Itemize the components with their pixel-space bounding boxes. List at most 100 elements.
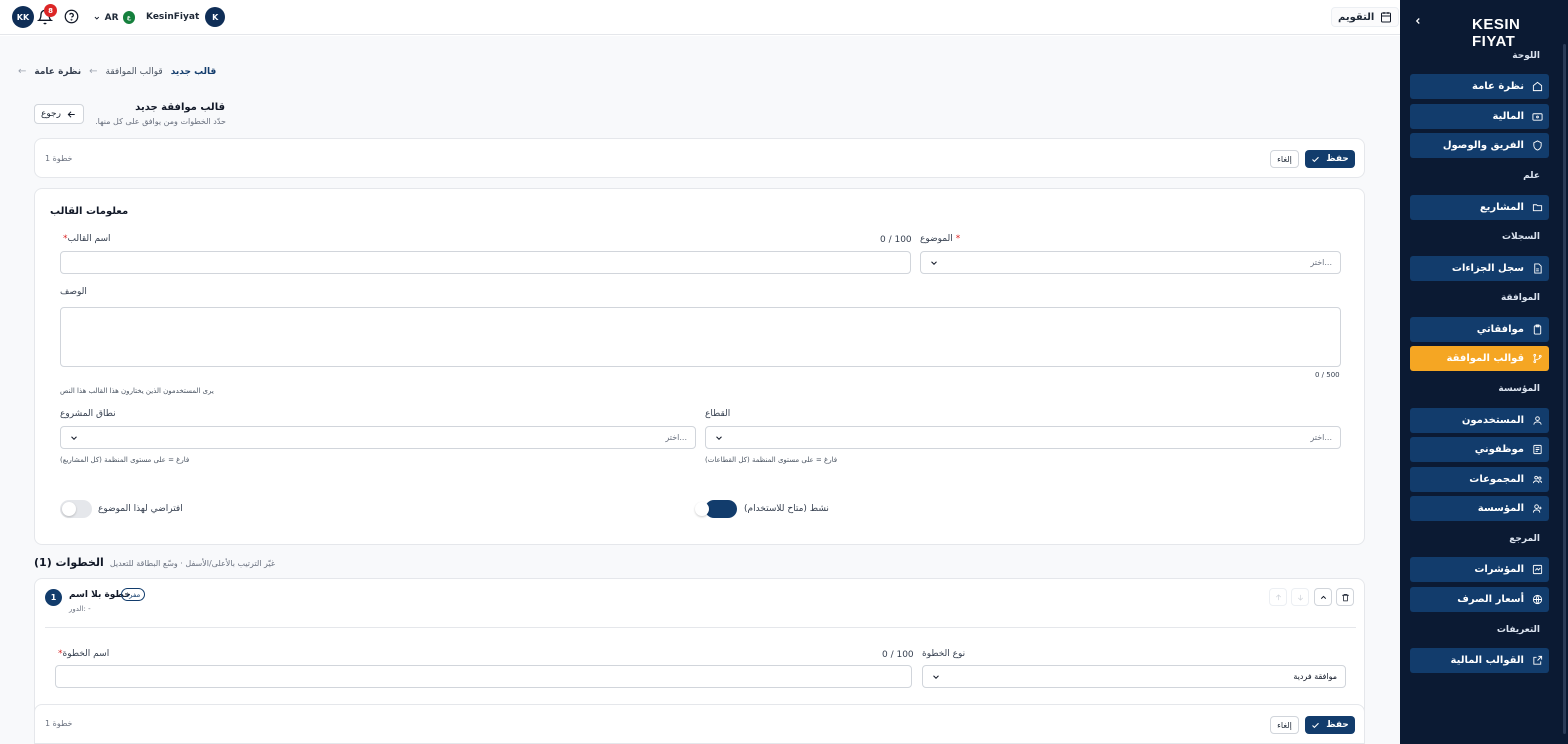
- sidebar-item-label: الفريق والوصول: [1442, 140, 1524, 151]
- sidebar-item-label: المستخدمون: [1461, 415, 1524, 426]
- step-count: خطوة 1: [45, 719, 73, 728]
- globe-icon: [1531, 594, 1543, 606]
- step-role: الدور: -: [69, 605, 91, 613]
- main-content: ← نظرة عامة ← قوالب الموافقة قالب جديد ر…: [0, 36, 1400, 744]
- step-type-select[interactable]: موافقة فردية: [922, 665, 1346, 688]
- save-button[interactable]: حفظ: [1305, 716, 1355, 734]
- sector-placeholder: اختر...: [1310, 433, 1332, 442]
- save-button[interactable]: حفظ: [1305, 150, 1355, 168]
- sidebar-item-team-access[interactable]: الفريق والوصول: [1410, 133, 1549, 158]
- sidebar-item-label: المشاريع: [1479, 202, 1524, 213]
- sidebar: KESIN FIYAT اللوحة نظرة عامة المالية الف…: [1400, 0, 1568, 744]
- active-label: نشط (متاح للاستخدام): [744, 504, 829, 514]
- back-button[interactable]: رجوع: [34, 104, 84, 124]
- users-icon: [1531, 474, 1543, 486]
- sidebar-item-penalties-log[interactable]: سجل الجزاءات: [1410, 256, 1549, 281]
- step-count: خطوة 1: [45, 154, 73, 163]
- sidebar-item-groups[interactable]: المجموعات: [1410, 467, 1549, 492]
- divider: [45, 627, 1356, 628]
- step-type-label: نوع الخطوة: [922, 649, 966, 659]
- sidebar-item-my-approvals[interactable]: موافقاتي: [1410, 317, 1549, 342]
- template-name-input[interactable]: [60, 251, 911, 274]
- help-button[interactable]: [64, 9, 80, 25]
- section-reference: المرجع: [1509, 534, 1540, 544]
- sector-select[interactable]: اختر...: [705, 426, 1341, 449]
- page-subtitle: حدّد الخطوات ومن يوافق على كل منها.: [95, 117, 226, 126]
- section-institution: المؤسسة: [1498, 384, 1540, 394]
- steps-heading: الخطوات (1): [34, 556, 104, 569]
- org-switcher[interactable]: KesinFiyat K: [146, 6, 226, 28]
- sidebar-item-financial-templates[interactable]: القوالب المالية: [1410, 648, 1549, 673]
- sidebar-item-label: موظفوني: [1474, 444, 1524, 455]
- sidebar-scrollbar[interactable]: [1563, 44, 1566, 734]
- description-textarea[interactable]: [60, 307, 1341, 367]
- page-title: قالب موافقة جديد: [135, 102, 225, 113]
- active-toggle[interactable]: [695, 500, 737, 518]
- breadcrumb-item-approval-templates[interactable]: قوالب الموافقة: [106, 67, 163, 77]
- breadcrumb-item-overview[interactable]: نظرة عامة: [34, 67, 81, 77]
- sidebar-item-overview[interactable]: نظرة عامة: [1410, 74, 1549, 99]
- default-toggle[interactable]: [60, 500, 92, 518]
- template-info-card: معلومات القالب *الموضوع اختر... 0 / 100 …: [34, 188, 1365, 545]
- topic-label: *الموضوع: [920, 234, 961, 244]
- section-general: علم: [1523, 171, 1540, 181]
- sector-label: القطاع: [705, 409, 731, 419]
- description-label: الوصف: [60, 287, 87, 297]
- topic-select[interactable]: اختر...: [920, 251, 1341, 274]
- sidebar-item-label: المؤشرات: [1474, 564, 1524, 575]
- breadcrumb: ← نظرة عامة ← قوالب الموافقة قالب جديد: [18, 66, 216, 77]
- sidebar-item-label: المؤسسة: [1477, 503, 1524, 514]
- move-bottom-button[interactable]: [1291, 588, 1309, 606]
- description-counter: 0 / 500: [1315, 371, 1340, 379]
- chart-icon: [1531, 564, 1543, 576]
- sidebar-item-exchange-rates[interactable]: أسعار الصرف: [1410, 587, 1549, 612]
- step-name-label: اسم الخطوة*: [58, 649, 110, 659]
- sidebar-item-label: أسعار الصرف: [1457, 594, 1524, 605]
- section-heading: معلومات القالب: [50, 206, 129, 217]
- arrow-left-icon: ←: [18, 66, 27, 77]
- sidebar-item-label: المجموعات: [1469, 474, 1524, 485]
- project-scope-select[interactable]: اختر...: [60, 426, 696, 449]
- arrow-down-icon: [1297, 594, 1303, 601]
- sidebar-item-label: نظرة عامة: [1472, 81, 1524, 92]
- user-avatar[interactable]: KK: [12, 6, 34, 28]
- flag-icon: ع: [122, 11, 135, 24]
- sidebar-item-approval-templates[interactable]: قوالب الموافقة: [1410, 346, 1549, 371]
- step-name-counter: 0 / 100: [882, 650, 914, 660]
- sidebar-item-label: القوالب المالية: [1450, 655, 1524, 666]
- default-label: افتراضي لهذا الموضوع: [98, 504, 183, 514]
- step-number-badge: 1: [45, 589, 62, 606]
- trash-icon: [1341, 593, 1349, 601]
- action-bar: خطوة 1 إلغاء حفظ: [34, 138, 1365, 178]
- steps-hint: غيّر الترتيب بالأعلى/الأسفل · وسّع البطا…: [109, 559, 276, 568]
- sidebar-item-users[interactable]: المستخدمون: [1410, 408, 1549, 433]
- sidebar-item-label: سجل الجزاءات: [1451, 263, 1524, 274]
- delete-step-button[interactable]: [1336, 588, 1354, 606]
- language-switcher[interactable]: AR ع: [89, 8, 139, 27]
- sidebar-item-institution[interactable]: المؤسسة: [1410, 496, 1549, 521]
- topic-placeholder: اختر...: [1310, 258, 1332, 267]
- brand-logo[interactable]: KESIN FIYAT: [1472, 16, 1568, 50]
- toggle-knob: [62, 502, 76, 516]
- sidebar-item-indicators[interactable]: المؤشرات: [1410, 557, 1549, 582]
- clipboard-icon: [1531, 324, 1543, 336]
- arrow-left-icon: ←: [89, 66, 98, 77]
- calendar-button[interactable]: التقويم: [1331, 7, 1400, 27]
- cancel-button[interactable]: إلغاء: [1270, 716, 1299, 734]
- collapse-sidebar-button[interactable]: [1410, 13, 1426, 29]
- check-icon: [1312, 722, 1320, 728]
- sidebar-item-finance[interactable]: المالية: [1410, 104, 1549, 129]
- folder-icon: [1531, 202, 1543, 214]
- sidebar-item-my-employees[interactable]: موظفوني: [1410, 437, 1549, 462]
- wallet-icon: [1531, 111, 1543, 123]
- section-dashboard: اللوحة: [1512, 51, 1540, 61]
- sidebar-item-projects[interactable]: المشاريع: [1410, 195, 1549, 220]
- sector-hint: فارغ = على مستوى المنظمة (كل القطاعات): [705, 456, 838, 464]
- collapse-step-button[interactable]: [1314, 588, 1332, 606]
- step-name-input[interactable]: [55, 665, 912, 688]
- toggle-knob: [695, 502, 709, 516]
- section-records: السجلات: [1502, 232, 1540, 242]
- move-top-button[interactable]: [1269, 588, 1287, 606]
- chevron-down-icon: [714, 433, 724, 443]
- cancel-button[interactable]: إلغاء: [1270, 150, 1299, 168]
